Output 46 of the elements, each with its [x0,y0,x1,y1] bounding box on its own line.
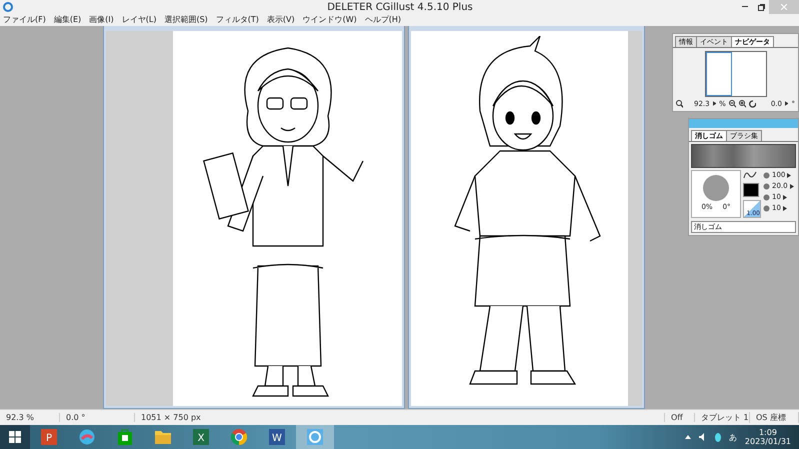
menu-item[interactable]: 選択範囲(S) [164,14,208,26]
menu-item[interactable]: レイヤ(L) [122,14,156,26]
status-coords: OS 座標 [750,412,799,424]
restore-icon[interactable] [758,4,764,10]
menu-item[interactable]: ウインドウ(W) [302,14,357,26]
status-angle: 0.0 ° [60,413,135,422]
menu-item[interactable]: ファイル(F) [3,14,46,26]
arrow-icon[interactable] [784,101,788,106]
menu-item[interactable]: 画像(I) [89,14,114,26]
windows-logo-icon[interactable] [9,431,21,443]
pen-tablet-icon[interactable] [714,432,721,442]
browser-icon[interactable] [231,429,247,445]
menu-item[interactable]: フィルタ(T) [216,14,259,26]
input-method-indicator[interactable]: あ [728,432,737,442]
status-pen: Off [665,413,695,422]
window-title: DELETER CGillust 4.5.10 Plus [326,2,474,12]
rotate-icon[interactable] [748,100,756,108]
status-size: 1051 × 750 px [135,413,665,422]
arrow-icon[interactable] [712,101,716,106]
minimize-icon[interactable] [742,6,748,8]
menu-item[interactable]: 編集(E) [54,14,82,26]
caret-icon[interactable] [684,435,691,439]
zoom-out-icon[interactable] [728,100,736,108]
taskbar-button[interactable]: P [30,425,68,449]
curve-icon[interactable] [743,170,757,180]
start-button[interactable] [0,425,30,449]
document-app-icon[interactable]: W [269,429,285,445]
zoom-in-icon[interactable] [738,100,746,108]
presentation-app-icon[interactable]: P [41,429,57,445]
brush-strip[interactable] [691,144,796,168]
shopping-bag-icon[interactable] [117,429,133,445]
zoom-icon[interactable] [676,100,684,108]
brush-tip-circle [703,174,729,201]
clock[interactable]: 1:09 2023/01/31 [744,428,791,446]
folder-icon[interactable] [154,429,172,445]
color-swatch[interactable] [743,182,759,197]
menu-item[interactable]: 表示(V) [266,14,295,26]
spreadsheet-app-icon[interactable]: X [193,429,209,445]
speaker-icon[interactable] [698,433,707,441]
menu-item[interactable]: ヘルプ(H) [364,14,402,26]
status-tablet: タブレット 1 [695,412,750,424]
taskbar-button[interactable]: W [258,425,296,449]
status-zoom: 92.3 % [0,413,60,422]
navigator-thumbnail[interactable] [704,50,766,97]
taskbar-button[interactable]: X [182,425,220,449]
app-logo-icon [3,2,13,12]
